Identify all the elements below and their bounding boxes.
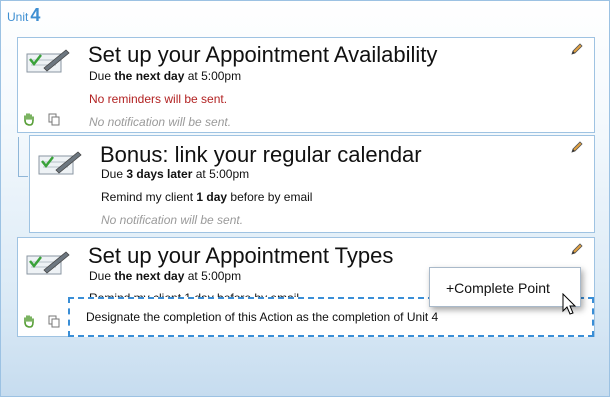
copy-icon[interactable] (48, 315, 60, 328)
pencil-icon[interactable] (570, 140, 584, 154)
card-reminder: No reminders will be sent. (89, 92, 228, 106)
unit-prefix: Unit (7, 10, 29, 24)
card-title: Set up your Appointment Availability (88, 42, 438, 67)
card-reminder: Remind my client 1 day before by email (101, 190, 313, 204)
hand-icon[interactable] (22, 112, 36, 126)
complete-point-label: +Complete Point (446, 280, 550, 296)
checkmark-pen-icon (38, 151, 82, 175)
copy-icon[interactable] (48, 113, 60, 126)
mouse-pointer-icon (562, 293, 577, 315)
card-connector (18, 137, 28, 177)
dropzone-text: Designate the completion of this Action … (86, 310, 439, 324)
pencil-icon[interactable] (570, 242, 584, 256)
card-due: Due the next day at 5:00pm (89, 69, 242, 83)
action-card-bonus[interactable]: Bonus: link your regular calendar Due 3 … (29, 135, 595, 233)
unit-number: 4 (30, 5, 41, 25)
checkmark-pen-icon (26, 49, 70, 73)
pencil-icon[interactable] (570, 42, 584, 56)
card-title: Bonus: link your regular calendar (100, 142, 422, 167)
checkmark-pen-icon (26, 251, 70, 275)
unit-label: Unit 4 (7, 5, 40, 26)
complete-point-button[interactable]: +Complete Point (429, 267, 581, 307)
card-due: Due the next day at 5:00pm (89, 269, 242, 283)
card-notification: No notification will be sent. (101, 213, 244, 227)
card-title: Set up your Appointment Types (88, 243, 394, 268)
card-notification: No notification will be sent. (89, 115, 232, 129)
action-card-availability[interactable]: Set up your Appointment Availability Due… (17, 37, 595, 133)
hand-icon[interactable] (22, 314, 36, 328)
card-due: Due 3 days later at 5:00pm (101, 167, 250, 181)
